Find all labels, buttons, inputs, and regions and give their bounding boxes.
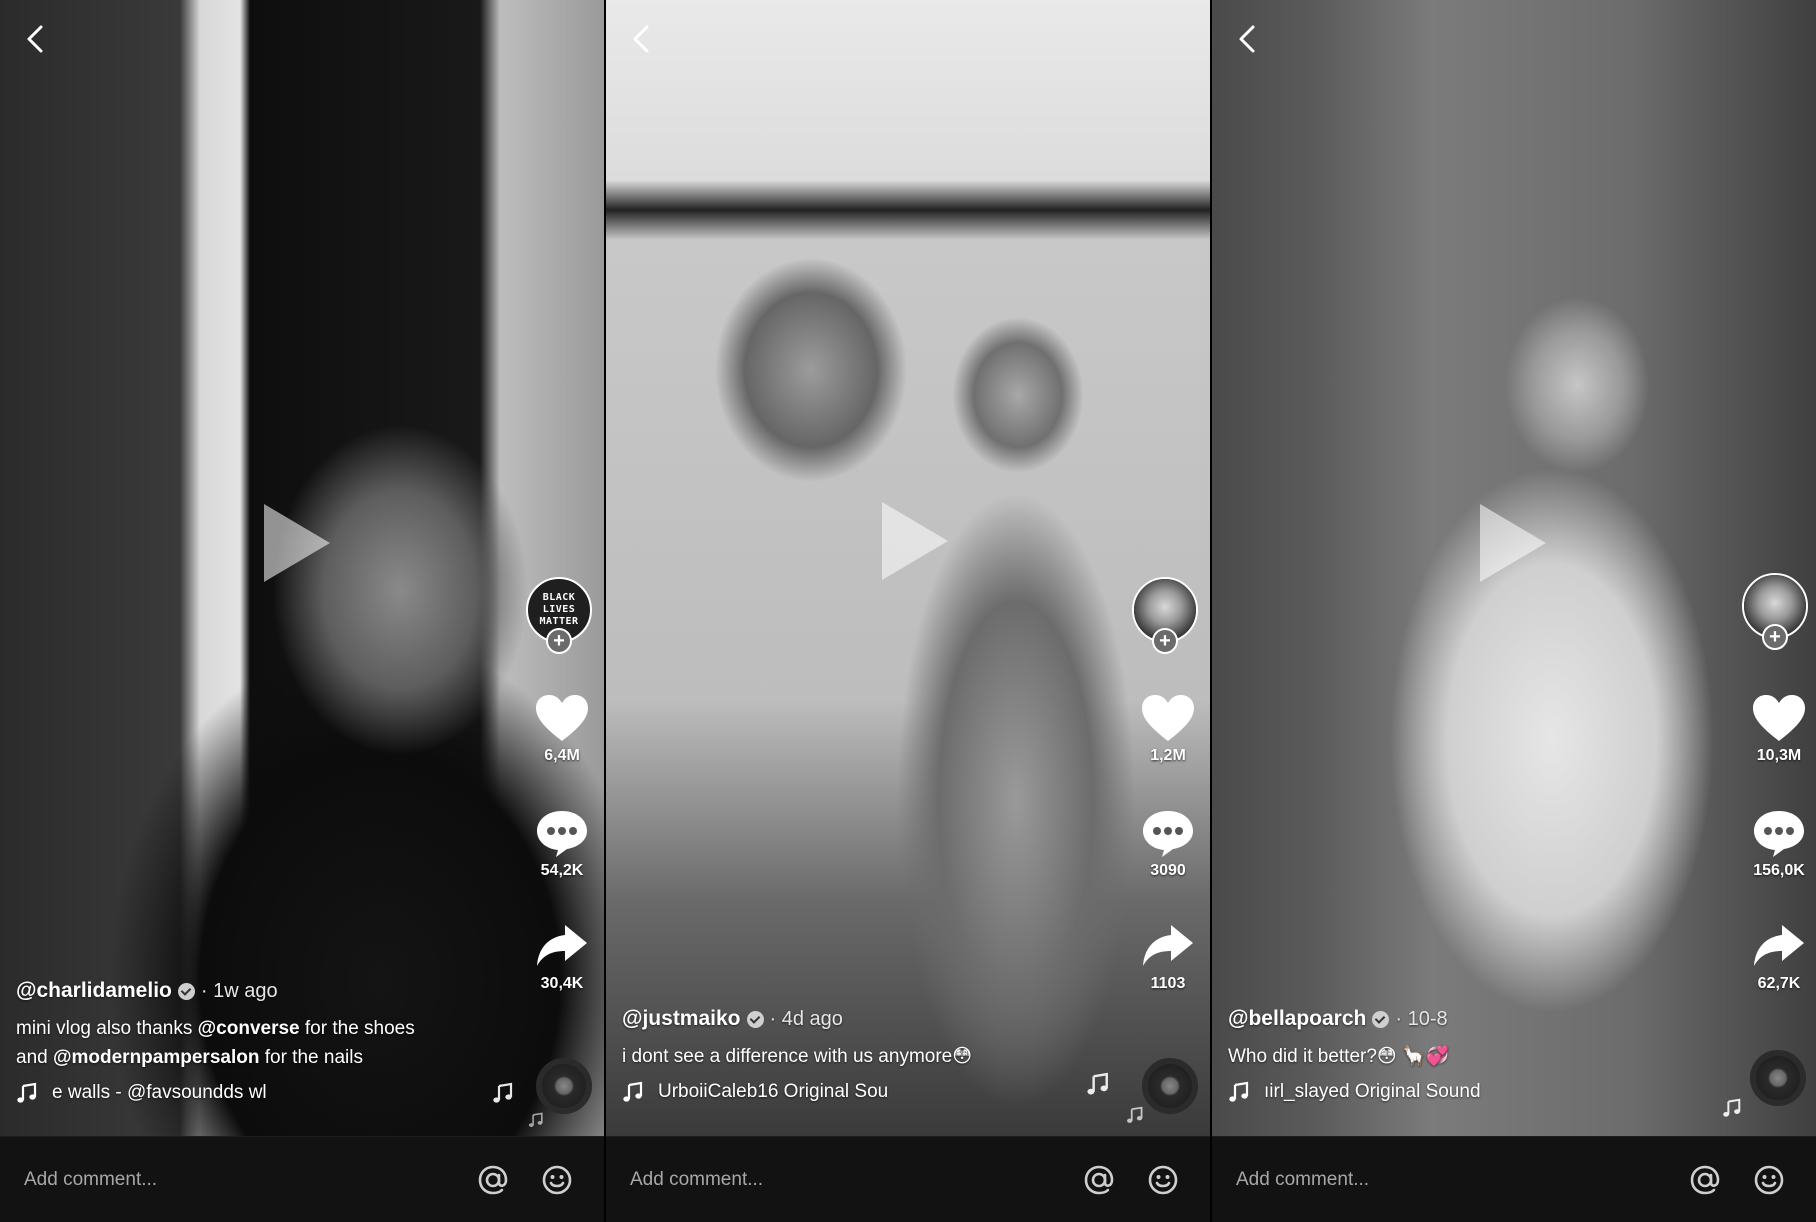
like-button[interactable]: 6,4M <box>517 693 604 765</box>
at-sign-icon[interactable] <box>1688 1163 1722 1197</box>
sound-title: ıirl_slayed Original Sound <box>1264 1081 1481 1102</box>
share-count: 1103 <box>1150 975 1186 992</box>
mention-link[interactable]: @modernpampersalon <box>53 1047 259 1068</box>
video-panel-1: BLACK LIVES MATTER + 6,4M 54,2K 30,4K @c… <box>0 0 604 1222</box>
sound-title: e walls - @favsoundds wl <box>52 1082 267 1103</box>
comment-count: 54,2K <box>540 862 584 879</box>
back-button[interactable] <box>1232 22 1262 56</box>
comment-bar: Add comment... <box>606 1136 1210 1222</box>
heart-icon <box>1751 693 1807 743</box>
avatar-text: BLACK LIVES MATTER <box>539 592 579 627</box>
chevron-left-icon <box>1236 24 1258 54</box>
sound-link[interactable]: ıirl_slayed Original Sound <box>1228 1081 1716 1103</box>
post-age: · 4d ago <box>769 1008 843 1030</box>
music-note-icon <box>528 1112 544 1128</box>
heart-icon <box>1140 693 1196 743</box>
follow-plus-button[interactable]: + <box>1762 624 1788 650</box>
sound-link[interactable]: UrboiiCaleb16 Original Sou <box>622 1081 1110 1103</box>
speech-bubble-icon <box>534 808 590 858</box>
like-button[interactable]: 10,3M <box>1734 693 1816 765</box>
at-sign-icon[interactable] <box>1082 1163 1116 1197</box>
verified-badge-icon <box>177 982 195 1000</box>
music-note-icon <box>1126 1106 1144 1124</box>
creator-avatar[interactable]: BLACK LIVES MATTER + <box>526 577 592 654</box>
video-description: i dont see a difference with us anymore😳 <box>622 1046 973 1067</box>
play-icon[interactable] <box>258 500 334 586</box>
sound-disc-icon[interactable] <box>1750 1050 1806 1106</box>
back-button[interactable] <box>20 22 50 56</box>
music-note-icon <box>16 1082 38 1104</box>
sound-title: UrboiiCaleb16 Original Sou <box>658 1081 889 1102</box>
post-age: · 10-8 <box>1395 1008 1448 1030</box>
like-count: 10,3M <box>1756 747 1802 764</box>
sound-link[interactable]: e walls - @favsoundds wl <box>16 1082 504 1104</box>
share-count: 62,7K <box>1757 975 1801 992</box>
share-button[interactable]: 62,7K <box>1734 921 1816 993</box>
video-caption: @charlidamelio · 1w ago mini vlog also t… <box>16 978 504 1104</box>
video-description: Who did it better?😳 🦙💞 <box>1228 1046 1450 1067</box>
music-note-icon <box>1722 1098 1742 1118</box>
comment-bar: Add comment... <box>1212 1136 1816 1222</box>
creator-username[interactable]: @justmaiko <box>622 1006 741 1032</box>
smiley-icon[interactable] <box>1752 1163 1786 1197</box>
music-note-icon <box>492 1082 514 1104</box>
like-count: 1,2M <box>1150 747 1186 764</box>
comment-button[interactable]: 3090 <box>1123 808 1210 880</box>
share-button[interactable]: 30,4K <box>517 921 604 993</box>
share-arrow-icon <box>1140 921 1196 971</box>
speech-bubble-icon <box>1140 808 1196 858</box>
back-button[interactable] <box>626 22 656 56</box>
post-age: · 1w ago <box>200 980 278 1002</box>
desc-text: and <box>16 1047 53 1068</box>
creator-avatar[interactable]: + <box>1742 573 1808 650</box>
screenshot-strip: BLACK LIVES MATTER + 6,4M 54,2K 30,4K @c… <box>0 0 1816 1222</box>
creator-username[interactable]: @bellapoarch <box>1228 1006 1366 1032</box>
sound-disc-icon[interactable] <box>1142 1058 1198 1114</box>
comment-button[interactable]: 54,2K <box>517 808 604 880</box>
desc-text: for the shoes <box>299 1018 415 1039</box>
sound-disc-icon[interactable] <box>536 1058 592 1114</box>
smiley-icon[interactable] <box>540 1163 574 1197</box>
comment-input[interactable]: Add comment... <box>1236 1169 1688 1191</box>
video-panel-3: + 10,3M 156,0K 62,7K @bellapoarch · 10-8… <box>1212 0 1816 1222</box>
heart-icon <box>534 693 590 743</box>
share-button[interactable]: 1103 <box>1123 921 1210 993</box>
comment-bar: Add comment... <box>0 1136 604 1222</box>
share-arrow-icon <box>534 921 590 971</box>
creator-username[interactable]: @charlidamelio <box>16 978 172 1004</box>
smiley-icon[interactable] <box>1146 1163 1180 1197</box>
like-count: 6,4M <box>544 747 580 764</box>
comment-button[interactable]: 156,0K <box>1734 808 1816 880</box>
speech-bubble-icon <box>1751 808 1807 858</box>
creator-avatar[interactable]: + <box>1132 577 1198 654</box>
verified-badge-icon <box>746 1010 764 1028</box>
video-caption: @bellapoarch · 10-8 Who did it better?😳 … <box>1228 1006 1716 1103</box>
share-count: 30,4K <box>540 975 584 992</box>
verified-badge-icon <box>1372 1010 1390 1028</box>
share-arrow-icon <box>1751 921 1807 971</box>
video-description: mini vlog also thanks @converse for the … <box>16 1014 504 1072</box>
play-icon[interactable] <box>1474 500 1550 586</box>
chevron-left-icon <box>630 24 652 54</box>
chevron-left-icon <box>24 24 46 54</box>
desc-text: for the nails <box>259 1047 363 1068</box>
play-icon[interactable] <box>876 498 952 584</box>
comment-input[interactable]: Add comment... <box>630 1169 1082 1191</box>
comment-input[interactable]: Add comment... <box>24 1169 476 1191</box>
at-sign-icon[interactable] <box>476 1163 510 1197</box>
comment-count: 3090 <box>1150 862 1186 879</box>
video-panel-2: + 1,2M 3090 1103 @justmaiko · 4d ago i d… <box>606 0 1210 1222</box>
comment-count: 156,0K <box>1753 862 1805 879</box>
music-note-icon <box>622 1081 644 1103</box>
follow-plus-button[interactable]: + <box>546 628 572 654</box>
follow-plus-button[interactable]: + <box>1152 628 1178 654</box>
music-note-icon <box>1228 1081 1250 1103</box>
music-note-icon <box>1086 1072 1110 1096</box>
desc-text: mini vlog also thanks <box>16 1018 198 1039</box>
mention-link[interactable]: @converse <box>198 1018 300 1039</box>
video-caption: @justmaiko · 4d ago i dont see a differe… <box>622 1006 1110 1103</box>
like-button[interactable]: 1,2M <box>1123 693 1210 765</box>
